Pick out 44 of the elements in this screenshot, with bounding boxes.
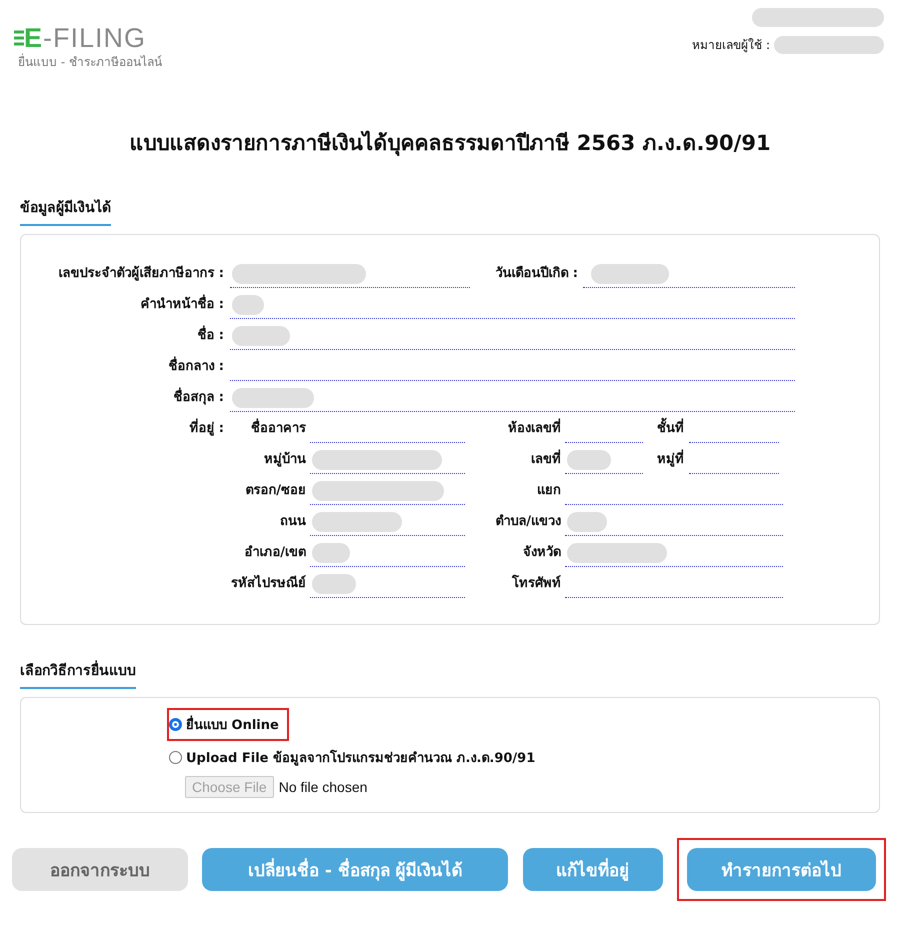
radio-button[interactable] [169,751,182,764]
field-label: วันเดือนปีเกิด : [494,264,578,283]
field-label: หมู่ที่ [643,448,684,469]
option-label: ยื่นแบบ Online [186,714,279,735]
redacted-value [567,512,607,532]
field-label: ที่อยู่ : [21,417,226,438]
user-id-label: หมายเลขผู้ใช้ : [692,37,770,54]
field-label: เลขที่ [465,448,561,469]
field-label: ชื่อสกุล : [21,386,226,407]
file-status: No file chosen [278,779,368,795]
radio-button[interactable] [169,718,182,731]
field-label: ห้องเลขที่ [465,417,561,438]
field-label: จังหวัด [522,544,561,562]
field-label: ชื่อกลาง : [21,355,226,376]
field-label: รหัสไปรษณีย์ [230,574,306,593]
field-label: เลขประจำตัวผู้เสียภาษีอากร : [57,264,225,283]
field-label: ชื่อ : [21,324,226,345]
field-label: คำนำหน้าชื่อ : [21,293,226,314]
logo-mark: E [24,26,44,50]
logo-tagline: ยื่นแบบ - ชำระภาษีออนไลน์ [18,52,162,71]
field-label: ตำบล/แขวง [494,513,561,531]
field-label: แยก [536,482,561,500]
redacted-value [232,294,264,314]
field-label: ชื่ออาคาร [226,417,306,438]
action-button[interactable]: เปลี่ยนชื่อ - ชื่อสกุล ผู้มีเงินได้ [202,848,508,891]
field-label: อำเภอ/เขต [243,544,306,562]
logo-text: -FILING [43,26,146,50]
logo-lines-icon [14,29,24,47]
section-heading: เลือกวิธีการยื่นแบบ [20,659,136,689]
field-label: หมู่บ้าน [263,450,306,469]
redacted-value [312,574,356,594]
redacted-value [232,326,290,346]
action-button[interactable]: แก้ไขที่อยู่ [522,848,663,891]
field-label: ชั้นที่ [643,417,684,438]
redacted-value [312,542,350,562]
field-label: ถนน [279,513,306,531]
action-button[interactable]: ทำรายการต่อไป [686,848,876,891]
field-label: ตรอก/ซอย [244,482,306,500]
action-button[interactable]: ออกจากระบบ [12,848,188,891]
section-heading: ข้อมูลผู้มีเงินได้ [20,196,111,226]
field-label: โทรศัพท์ [510,574,561,593]
option-label: Upload File ข้อมูลจากโปรแกรมช่วยคำนวณ ภ.ง.ด.90/91 [186,748,536,768]
redacted-value [567,450,611,470]
page-title: แบบแสดงรายการภาษีเงินได้บุคคลธรรมดาปีภาษี 2563 ภ.ง.ด.90/91 [129,130,771,158]
